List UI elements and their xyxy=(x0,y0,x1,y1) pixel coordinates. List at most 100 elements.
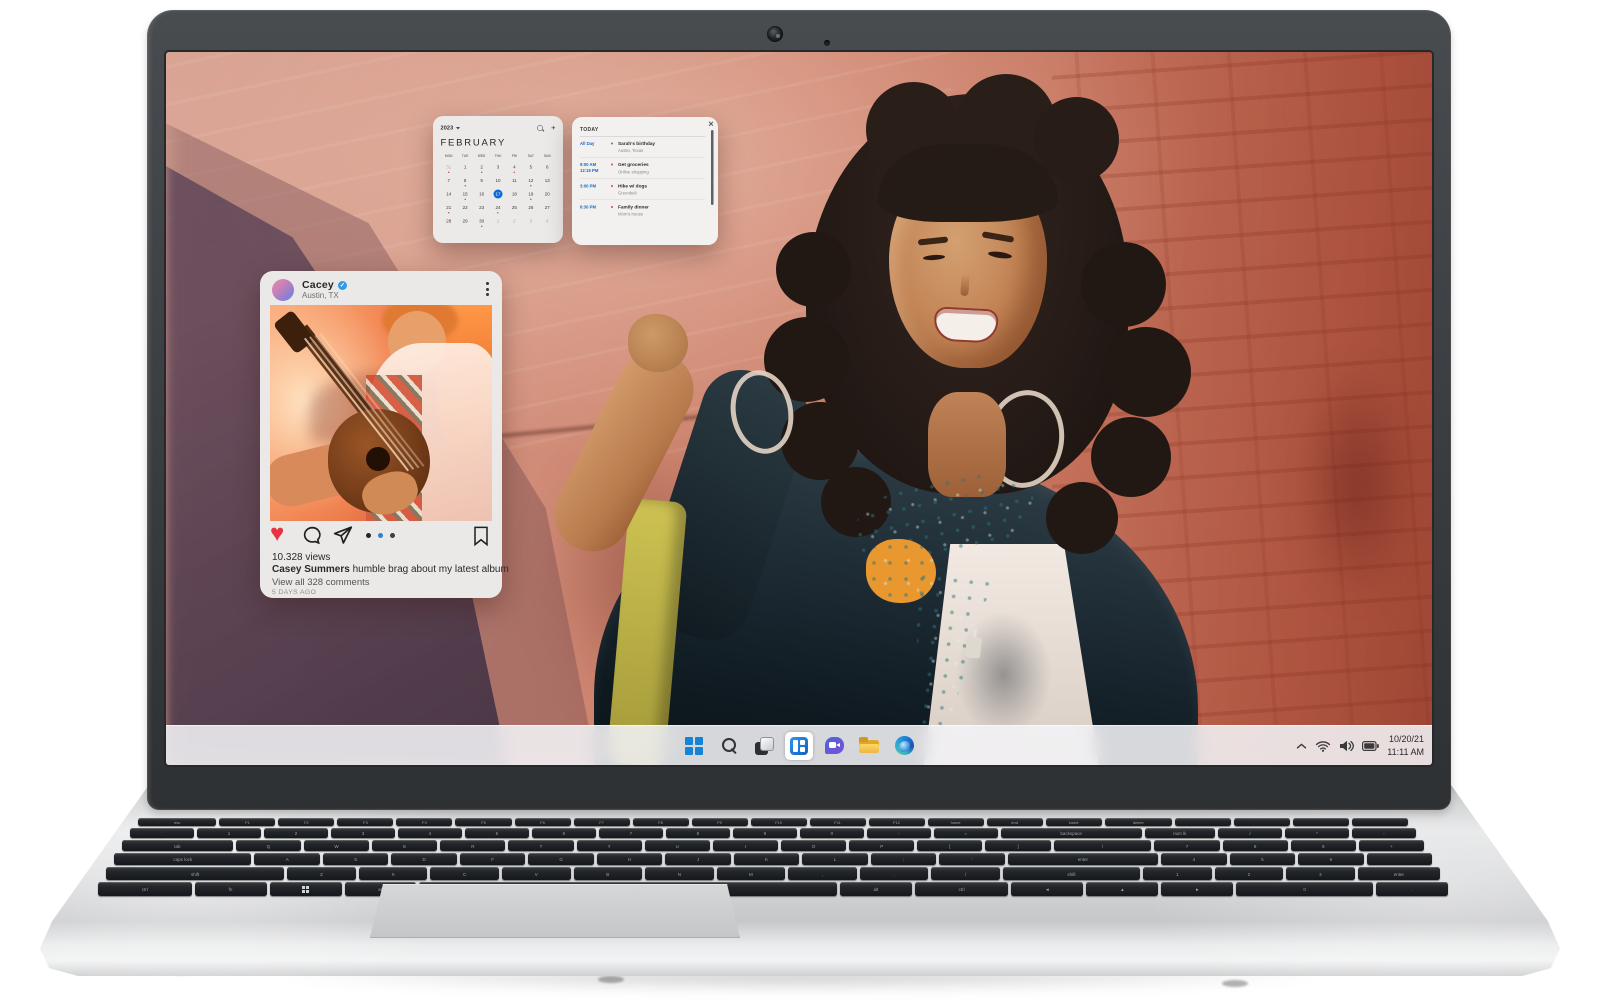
calendar-day[interactable]: 24 xyxy=(490,201,506,214)
volume-icon[interactable] xyxy=(1339,740,1354,752)
calendar-day-header: SUN xyxy=(539,153,555,160)
event-title: Hike w/ dogs xyxy=(618,183,705,189)
calendar-day[interactable]: 18 xyxy=(506,188,522,201)
calendar-day[interactable]: 3 xyxy=(490,161,506,174)
carousel-dots[interactable] xyxy=(270,533,490,538)
calendar-day[interactable]: 7 xyxy=(441,174,457,187)
person-hand xyxy=(628,314,688,372)
calendar-day[interactable]: 4 xyxy=(506,161,522,174)
chevron-up-icon[interactable] xyxy=(1296,742,1307,750)
folder-icon xyxy=(859,738,879,754)
calendar-day[interactable]: 9 xyxy=(473,174,489,187)
key-6: 6 xyxy=(1298,853,1363,865)
calendar-day[interactable]: 6 xyxy=(539,161,555,174)
agenda-event[interactable]: All DaySarah's birthdayAustin, Texas xyxy=(580,137,705,158)
social-post-widget: Cacey ✓ Austin, TX xyxy=(260,271,502,598)
agenda-event[interactable]: 9:00 AM12:15 PMGet groceriesOnline shopp… xyxy=(580,158,705,179)
key-o: O xyxy=(781,840,846,851)
key-end: end xyxy=(987,818,1043,826)
key-t: T xyxy=(508,840,573,851)
key-1: 1 xyxy=(1143,867,1212,880)
calendar-day[interactable]: 30 xyxy=(473,215,489,228)
key-f12: F12 xyxy=(869,818,925,826)
calendar-day[interactable]: 3 xyxy=(523,215,539,228)
file-explorer-button[interactable] xyxy=(855,732,883,760)
calendar-day[interactable]: 21 xyxy=(441,201,457,214)
calendar-day[interactable]: 20 xyxy=(539,188,555,201)
wifi-icon[interactable] xyxy=(1315,740,1331,752)
calendar-day[interactable]: 27 xyxy=(539,201,555,214)
calendar-day[interactable]: 25 xyxy=(506,201,522,214)
system-tray: 10/20/21 11:11 AM xyxy=(1296,726,1424,765)
battery-icon[interactable] xyxy=(1362,741,1379,751)
calendar-day[interactable]: 12 xyxy=(523,174,539,187)
calendar-day[interactable]: 17 xyxy=(490,188,506,201)
key-;: ; xyxy=(871,853,936,865)
key-f2: F2 xyxy=(278,818,334,826)
search-button[interactable] xyxy=(715,732,743,760)
calendar-day[interactable]: 10 xyxy=(490,174,506,187)
edge-button[interactable] xyxy=(890,732,918,760)
clock-date[interactable]: 10/20/21 11:11 AM xyxy=(1387,733,1424,757)
taskbar: 10/20/21 11:11 AM xyxy=(166,725,1432,765)
chat-button[interactable] xyxy=(820,732,848,760)
add-event-button[interactable]: + xyxy=(551,126,555,131)
post-location[interactable]: Austin, TX xyxy=(302,291,339,300)
calendar-day[interactable]: 16 xyxy=(473,188,489,201)
calendar-day[interactable]: 5 xyxy=(523,161,539,174)
calendar-day[interactable]: 23 xyxy=(473,201,489,214)
bookmark-icon[interactable] xyxy=(472,525,490,547)
brick-shading xyxy=(1282,323,1432,643)
calendar-day[interactable]: 4 xyxy=(539,215,555,228)
calendar-day[interactable]: 14 xyxy=(441,188,457,201)
calendar-day[interactable]: 19 xyxy=(523,188,539,201)
agenda-event[interactable]: 6:30 PMFamily dinnerMom's house xyxy=(580,200,705,221)
calendar-day[interactable]: 11 xyxy=(506,174,522,187)
key-f7: F7 xyxy=(574,818,630,826)
calendar-day[interactable]: 31 xyxy=(441,161,457,174)
widgets-button[interactable] xyxy=(785,732,813,760)
task-view-button[interactable] xyxy=(750,732,778,760)
calendar-day[interactable]: 2 xyxy=(506,215,522,228)
calendar-year-dropdown[interactable]: 2023 xyxy=(441,125,454,131)
key-f5: F5 xyxy=(455,818,511,826)
calendar-day[interactable]: 15 xyxy=(457,188,473,201)
key-b: B xyxy=(574,867,643,880)
post-username[interactable]: Cacey xyxy=(302,279,334,291)
key-h: H xyxy=(597,853,662,865)
key-u: U xyxy=(645,840,710,851)
start-button[interactable] xyxy=(680,732,708,760)
key-3: 3 xyxy=(331,828,395,838)
calendar-day[interactable]: 2 xyxy=(473,161,489,174)
close-icon[interactable] xyxy=(709,121,714,126)
calendar-day[interactable]: 29 xyxy=(457,215,473,228)
key-a: A xyxy=(254,853,319,865)
calendar-widget: 2023 + FEBRUARY MONTUEWEDTHUFRISATSUN311… xyxy=(433,116,563,243)
key-]: ] xyxy=(985,840,1050,851)
chevron-down-icon xyxy=(456,127,460,130)
key-f: F xyxy=(460,853,525,865)
calendar-day[interactable]: 13 xyxy=(539,174,555,187)
key-f9: F9 xyxy=(692,818,748,826)
kebab-menu-icon[interactable] xyxy=(486,282,490,299)
agenda-event[interactable]: 3:00 PMHike w/ dogsGreenbelt xyxy=(580,179,705,200)
calendar-day[interactable]: 1 xyxy=(490,215,506,228)
search-icon[interactable] xyxy=(537,125,543,131)
key-3: 3 xyxy=(1286,867,1355,880)
key-i: I xyxy=(713,840,778,851)
post-caption-author[interactable]: Casey Summers xyxy=(272,564,350,575)
calendar-day[interactable]: 1 xyxy=(457,161,473,174)
calendar-day[interactable]: 26 xyxy=(523,201,539,214)
calendar-day[interactable]: 28 xyxy=(441,215,457,228)
view-comments-link[interactable]: View all 328 comments xyxy=(272,577,370,588)
event-subtitle: Mom's house xyxy=(618,212,705,217)
calendar-day[interactable]: 8 xyxy=(457,174,473,187)
key-n: N xyxy=(645,867,714,880)
event-subtitle: Online shopping xyxy=(618,169,705,174)
avatar[interactable] xyxy=(272,279,294,301)
key-x: X xyxy=(359,867,428,880)
key-w: W xyxy=(304,840,369,851)
key-m: M xyxy=(717,867,786,880)
calendar-day[interactable]: 22 xyxy=(457,201,473,214)
scrollbar[interactable] xyxy=(711,130,714,205)
